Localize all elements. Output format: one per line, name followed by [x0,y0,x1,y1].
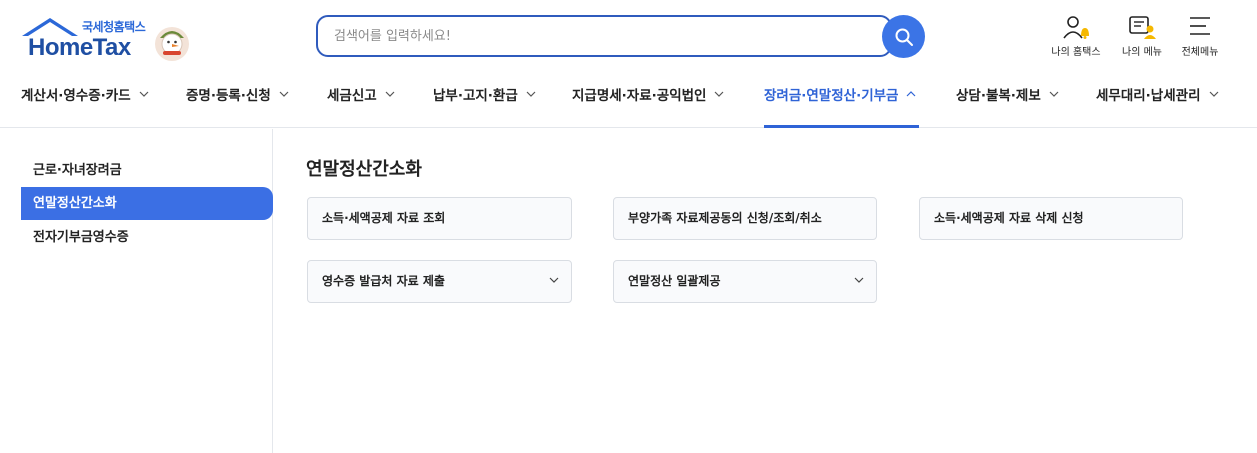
nav-item-label: 세무대리·납세관리 [1096,88,1201,104]
logo-subtitle: 국세청홈택스 [82,20,146,34]
card-year-end-bulk-provide[interactable]: 연말정산 일괄제공 [613,260,877,303]
chevron-down-icon [279,91,289,97]
all-menu-button[interactable]: 전체메뉴 [1170,14,1230,60]
nav-item-year-end[interactable]: 장려금·연말정산·기부금 [764,84,916,104]
nav-item-certificate[interactable]: 증명·등록·신청 [186,84,289,104]
card-dependent-consent[interactable]: 부양가족 자료제공동의 신청/조회/취소 [613,197,877,240]
card-label: 연말정산 일괄제공 [628,274,721,288]
nav-item-consult[interactable]: 상담·불복·제보 [956,84,1059,104]
hometax-logo[interactable]: 국세청홈택스 HomeTax [20,16,195,64]
my-hometax-label: 나의 홈택스 [1051,47,1101,58]
sidebar: 근로·자녀장려금 연말정산간소화 전자기부금영수증 [0,129,273,453]
sidebar-item-earned-income-credit[interactable]: 근로·자녀장려금 [21,154,273,187]
my-menu-label: 나의 메뉴 [1122,47,1162,58]
hamburger-menu-icon [1190,17,1210,35]
chevron-down-icon [1049,91,1059,97]
nav-item-tax-agent[interactable]: 세무대리·납세관리 [1096,84,1219,104]
main-nav: 계산서·영수증·카드 증명·등록·신청 세금신고 납부·고지·환급 지급명세·자… [0,84,1257,104]
search-input[interactable] [334,26,854,46]
nav-item-label: 계산서·영수증·카드 [21,88,131,104]
chevron-up-icon [907,91,916,97]
card-deduction-data-delete[interactable]: 소득·세액공제 자료 삭제 신청 [919,197,1183,240]
nav-item-payment[interactable]: 납부·고지·환급 [433,84,536,104]
card-receipt-issuer-submit[interactable]: 영수증 발급처 자료 제출 [307,260,572,303]
sidebar-item-donation-receipt[interactable]: 전자기부금영수증 [21,221,273,254]
menu-user-icon [1129,16,1156,39]
search-button[interactable] [882,15,925,58]
chevron-down-icon [715,91,724,97]
search-box [316,15,892,57]
nav-item-label: 증명·등록·신청 [186,88,271,104]
nav-item-statement[interactable]: 지급명세·자료·공익법인 [572,84,724,104]
header: 국세청홈택스 HomeTax 나의 홈택스 [0,0,1257,128]
nav-item-label: 상담·불복·제보 [956,88,1041,104]
nav-item-tax-report[interactable]: 세금신고 [327,84,395,104]
card-label: 소득·세액공제 자료 삭제 신청 [934,211,1084,225]
card-label: 부양가족 자료제공동의 신청/조회/취소 [628,211,822,225]
nav-item-invoice[interactable]: 계산서·영수증·카드 [21,84,149,104]
my-hometax-button[interactable]: 나의 홈택스 [1046,14,1106,60]
search-icon [895,28,913,46]
nav-item-label: 장려금·연말정산·기부금 [764,88,899,104]
nav-item-label: 지급명세·자료·공익법인 [572,88,707,104]
sidebar-item-year-end-simplified[interactable]: 연말정산간소화 [21,187,273,220]
nav-item-label: 세금신고 [327,88,377,104]
page-title: 연말정산간소화 [306,159,422,180]
active-nav-underline [764,125,919,128]
chevron-down-icon [385,91,395,97]
card-deduction-data-view[interactable]: 소득·세액공제 자료 조회 [307,197,572,240]
user-bell-icon [1063,16,1089,39]
chevron-down-icon [139,91,149,97]
nav-item-label: 납부·고지·환급 [433,88,518,104]
my-menu-button[interactable]: 나의 메뉴 [1112,14,1172,60]
card-label: 소득·세액공제 자료 조회 [322,211,446,225]
card-label: 영수증 발급처 자료 제출 [322,274,445,288]
logo-title: HomeTax [28,34,131,61]
all-menu-label: 전체메뉴 [1181,47,1219,58]
snowman-mascot-icon [155,27,189,61]
chevron-down-icon [1209,91,1218,97]
chevron-down-icon [549,277,559,283]
chevron-down-icon [854,277,864,283]
chevron-down-icon [526,91,536,97]
